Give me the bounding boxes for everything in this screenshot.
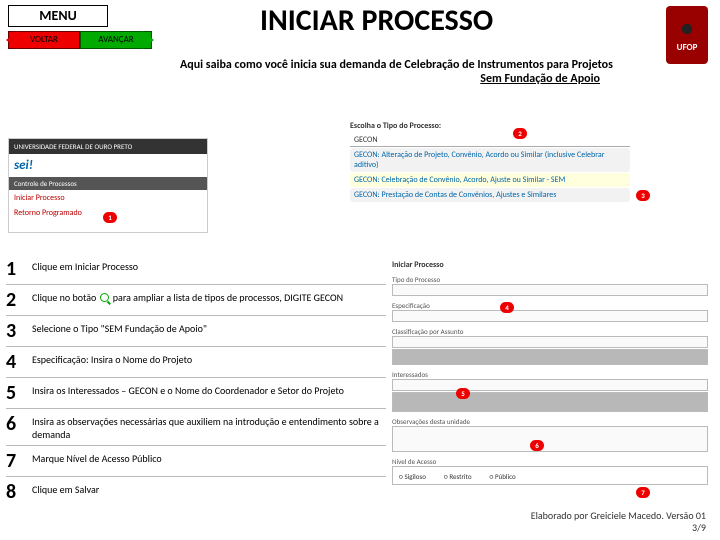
type-row-2: GECON: Celebração de Convênio, Acordo, A… [350,173,630,187]
badge-7: 7 [636,487,650,498]
page-title: INICIAR PROCESSO [260,2,493,39]
footer-page: 3/9 [531,522,706,534]
lbl-obs: Observações desta unidade [392,417,708,426]
steps-list: 1Clique em Iniciar Processo 2Clique no b… [6,254,386,507]
badge-6: 6 [530,440,544,451]
type-header: Escolha o Tipo do Processo: [350,121,630,131]
form-crumb: Iniciar Processo [392,260,708,270]
fld-inter [392,379,708,391]
subtitle: Aqui saiba como você inicia sua demanda … [180,58,640,86]
fld-inter-list [392,392,708,412]
sei-link-iniciar: Iniciar Processo [9,190,207,206]
step-4: 4Especificação: Insira o Nome do Projeto [6,346,386,377]
badge-5: 5 [456,388,470,399]
opt-sigiloso: ○ Sigiloso [399,472,426,481]
step-2: 2Clique no botão para ampliar a lista de… [6,284,386,315]
step-5: 5Insira os Interessados – GECON e o Nome… [6,377,386,408]
type-row-3: GECON: Prestação de Contas de Convênios,… [350,188,630,202]
type-filter: GECON [350,134,630,147]
ufop-logo: UFOP [666,6,708,64]
crest-icon [674,18,700,40]
sei-header: UNIVERSIDADE FEDERAL DE OURO PRETO [9,139,207,154]
step-7: 7Marque Nível de Acesso Público [6,445,386,476]
forward-button[interactable]: AVANÇAR [80,31,152,49]
subtitle-main: Aqui saiba como você inicia sua demanda … [180,58,613,72]
back-button[interactable]: VOLTAR [8,31,80,49]
lbl-tipo: Tipo do Processo [392,275,708,284]
step-3: 3Selecione o Tipo "SEM Fundação de Apoio… [6,315,386,346]
subtitle-emph: Sem Fundação de Apoio [480,72,600,86]
opt-restrito: ○ Restrito [444,472,472,481]
badge-3: 3 [636,190,650,201]
badge-4: 4 [500,302,514,313]
type-row-1: GECON: Alteração de Projeto, Convênio, A… [350,148,630,172]
lbl-inter: Interessados [392,370,708,379]
footer-author: Elaborado por Greiciele Macedo. Versão 0… [531,510,706,522]
fld-class [392,336,708,348]
lbl-class: Classificação por Assunto [392,327,708,336]
fld-tipo [392,284,708,296]
step-8: 8Clique em Salvar [6,476,386,507]
fld-espec [392,310,708,322]
type-list-screenshot: Escolha o Tipo do Processo: GECON GECON:… [350,118,630,238]
menu-button[interactable]: MENU [8,5,108,27]
sei-brand: sei! [9,154,207,177]
sei-section: Controle de Processos [9,177,207,190]
lbl-espec: Especificação [392,301,708,310]
step-6: 6Insira as observações necessárias que a… [6,408,386,445]
step-1: 1Clique em Iniciar Processo [6,254,386,284]
fld-class-list [392,349,708,365]
opt-publico: ○ Público [490,472,516,481]
fld-obs [392,426,708,452]
form-screenshot: Iniciar Processo Tipo do Processo Especi… [392,260,708,515]
logo-text: UFOP [677,42,698,53]
lbl-nivel: Nível de Acesso [392,457,708,466]
badge-2: 2 [513,128,527,139]
magnifier-icon [99,293,111,305]
badge-1: 1 [103,212,117,223]
footer: Elaborado por Greiciele Macedo. Versão 0… [531,510,706,534]
